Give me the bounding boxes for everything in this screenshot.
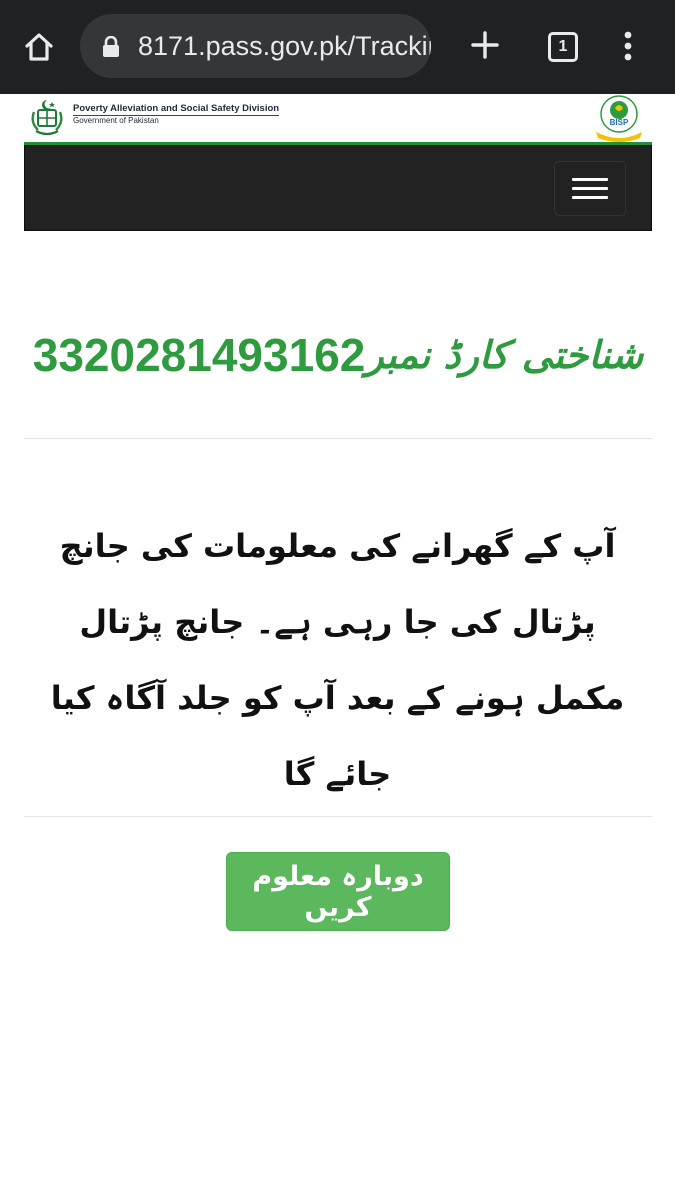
address-bar[interactable]: 8171.pass.gov.pk/Tracking — [80, 14, 431, 78]
site-header: Poverty Alleviation and Social Safety Di… — [24, 94, 652, 144]
home-icon — [25, 33, 53, 61]
cnic-label: شناختی کارڈ نمبر — [365, 333, 644, 377]
tab-switcher-button[interactable]: 1 — [541, 25, 585, 69]
status-message: آپ کے گھرانے کی معلومات کی جانچ پڑتال کی… — [50, 527, 625, 793]
new-tab-button[interactable] — [462, 22, 508, 68]
cnic-heading: شناختی کارڈ نمبر 3320281493162 — [24, 322, 652, 388]
more-vert-icon — [624, 31, 632, 61]
lock-icon — [103, 36, 119, 57]
state-emblem-icon — [31, 100, 63, 136]
recheck-button[interactable]: دوبارہ معلوم کریں — [226, 852, 450, 931]
url-text[interactable]: 8171.pass.gov.pk/Tracking — [138, 29, 431, 63]
cnic-number: 3320281493162 — [32, 329, 366, 381]
bisp-logo: BISP — [596, 95, 642, 142]
home-button[interactable] — [14, 22, 64, 72]
browser-menu-button[interactable] — [610, 22, 646, 70]
divider — [24, 816, 652, 817]
hamburger-icon — [572, 178, 608, 181]
nav-toggle-button[interactable] — [554, 161, 626, 216]
divider — [24, 438, 652, 439]
hamburger-icon — [572, 196, 608, 199]
plus-icon — [471, 31, 499, 59]
government-name: Government of Pakistan — [73, 116, 159, 125]
division-name: Poverty Alleviation and Social Safety Di… — [73, 103, 280, 116]
hamburger-icon — [572, 187, 608, 190]
navbar — [24, 145, 652, 231]
tab-switcher-icon: 1 — [548, 32, 578, 62]
svg-text:BISP: BISP — [610, 118, 629, 127]
browser-toolbar: 8171.pass.gov.pk/Tracking 1 — [0, 0, 675, 94]
